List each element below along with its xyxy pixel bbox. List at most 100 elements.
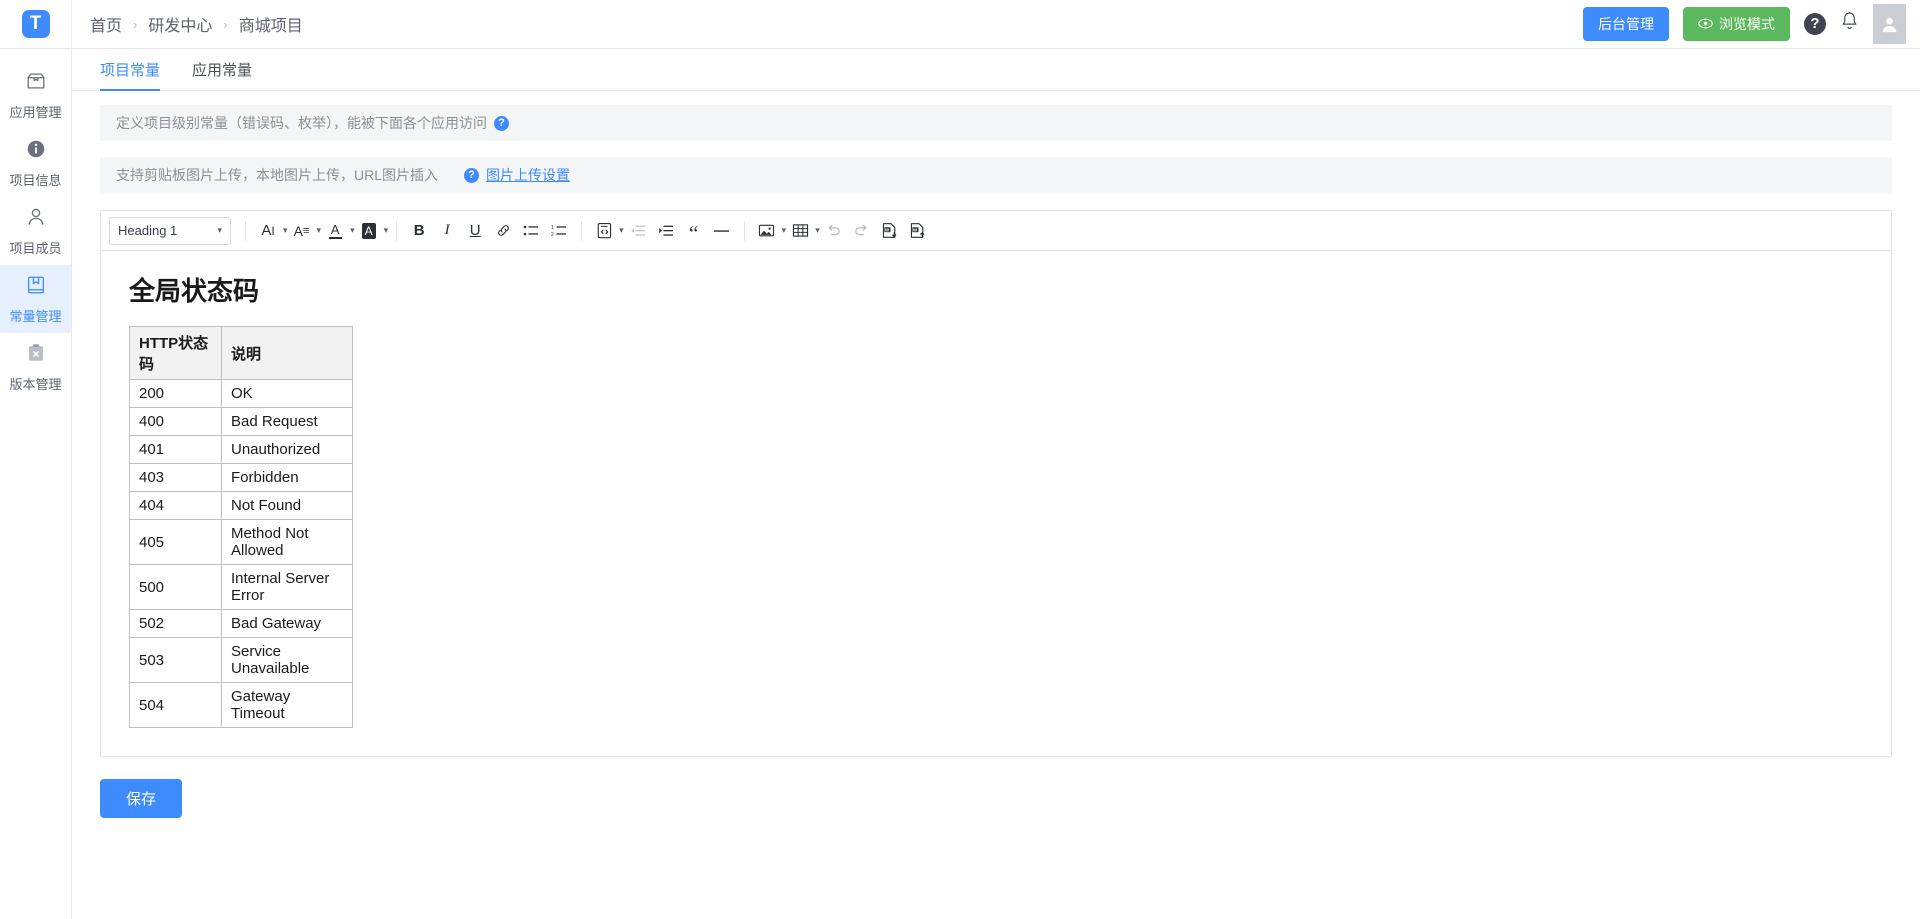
book-icon: [25, 274, 47, 301]
save-button[interactable]: 保存: [100, 779, 183, 818]
outdent-icon[interactable]: [624, 217, 652, 245]
cell-code: 403: [129, 463, 222, 492]
toolbar-divider: [581, 220, 583, 241]
link-icon[interactable]: [489, 217, 517, 245]
cell-desc: OK: [221, 379, 353, 408]
avatar[interactable]: [1873, 4, 1906, 44]
svg-text:1: 1: [551, 224, 554, 230]
tab-project-constants[interactable]: 项目常量: [100, 59, 161, 91]
sidebar-item-project-members[interactable]: 项目成员: [0, 197, 71, 265]
redo-icon[interactable]: [848, 217, 876, 245]
indent-icon[interactable]: [652, 217, 680, 245]
import-word-icon[interactable]: W: [876, 217, 904, 245]
help-icon[interactable]: ?: [494, 115, 509, 131]
column-header-desc: 说明: [221, 326, 353, 380]
eye-icon: [1698, 16, 1713, 32]
table-row[interactable]: 502 Bad Gateway: [129, 609, 353, 638]
help-icon[interactable]: ?: [464, 167, 480, 183]
sidebar-item-project-info[interactable]: 项目信息: [0, 129, 71, 197]
numbered-list-icon[interactable]: 1 2: [545, 217, 573, 245]
chevron-down-icon[interactable]: ▾: [283, 225, 288, 236]
table-row[interactable]: 403 Forbidden: [129, 463, 353, 492]
heading-style-value: Heading 1: [118, 223, 178, 238]
clipboard-x-icon: [25, 342, 47, 369]
document-heading: 全局状态码: [129, 276, 260, 306]
table-row[interactable]: 500 Internal Server Error: [129, 564, 353, 610]
table-row[interactable]: 401 Unauthorized: [129, 435, 353, 464]
preview-mode-button[interactable]: 浏览模式: [1683, 7, 1790, 41]
image-upload-notice: 支持剪贴板图片上传，本地图片上传，URL图片插入 ? 图片上传设置: [100, 157, 1892, 193]
background-color-icon[interactable]: A: [355, 217, 383, 245]
main-content: 项目常量 应用常量 定义项目级别常量（错误码、枚举），能被下面各个应用访问 ? …: [72, 49, 1920, 919]
cell-code: 503: [129, 637, 222, 683]
svg-text:2: 2: [551, 232, 554, 238]
action-bar: 保存: [72, 757, 1920, 818]
sidebar-item-label: 项目信息: [9, 172, 62, 188]
italic-icon[interactable]: I: [433, 217, 461, 245]
chevron-down-icon[interactable]: ▾: [619, 225, 624, 236]
text-color-icon[interactable]: A: [321, 217, 349, 245]
tab-bar: 项目常量 应用常量: [72, 49, 1920, 91]
cell-desc: Bad Request: [221, 407, 353, 436]
table-row[interactable]: 200 OK: [129, 379, 353, 408]
project-constant-notice: 定义项目级别常量（错误码、枚举），能被下面各个应用访问 ?: [100, 105, 1892, 141]
preview-mode-label: 浏览模式: [1719, 16, 1775, 32]
heading-style-select[interactable]: Heading 1 ▾: [109, 216, 231, 245]
chevron-down-icon[interactable]: ▾: [384, 225, 389, 236]
column-header-code: HTTP状态码: [129, 326, 222, 380]
notification-bell-icon[interactable]: [1840, 11, 1859, 37]
rich-text-editor: Heading 1 ▾ AI ▾ A ≡ ▾ A ▾ A ▾ B I U 1 2…: [100, 210, 1892, 757]
cell-desc: Gateway Timeout: [221, 682, 353, 728]
cell-desc: Bad Gateway: [221, 609, 353, 638]
table-row[interactable]: 405 Method Not Allowed: [129, 519, 353, 565]
chevron-down-icon: ▾: [217, 225, 222, 235]
bold-icon[interactable]: B: [405, 217, 433, 245]
top-bar: T 首页 › 研发中心 › 商城项目 后台管理 浏览模式 ?: [0, 0, 1920, 49]
table-row[interactable]: 503 Service Unavailable: [129, 637, 353, 683]
undo-icon[interactable]: [820, 217, 848, 245]
sidebar-item-label: 常量管理: [9, 308, 62, 324]
left-sidebar: 应用管理 项目信息 项目成员 常量管理 版本管理: [0, 49, 72, 919]
breadcrumb-separator-icon: ›: [133, 16, 138, 32]
admin-console-button[interactable]: 后台管理: [1583, 7, 1669, 41]
sidebar-item-app-management[interactable]: 应用管理: [0, 61, 71, 129]
cell-code: 405: [129, 519, 222, 565]
bullet-list-icon[interactable]: [517, 217, 545, 245]
table-row[interactable]: 504 Gateway Timeout: [129, 682, 353, 728]
line-height-icon[interactable]: A ≡: [288, 217, 316, 245]
cell-desc: Forbidden: [221, 463, 353, 492]
cell-desc: Internal Server Error: [221, 564, 353, 610]
cell-code: 500: [129, 564, 222, 610]
breadcrumb-item-rd-center[interactable]: 研发中心: [148, 12, 212, 36]
breadcrumb-item-home[interactable]: 首页: [90, 12, 122, 36]
editor-document-body[interactable]: 全局状态码 HTTP状态码 说明 200 OK 400 Bad Request 40…: [101, 251, 1891, 756]
sidebar-item-constant-management[interactable]: 常量管理: [0, 265, 71, 333]
table-body: 200 OK 400 Bad Request 401 Unauthorized 403…: [129, 379, 353, 728]
top-bar-actions: 后台管理 浏览模式 ?: [1583, 0, 1920, 48]
tab-app-constants[interactable]: 应用常量: [192, 59, 252, 90]
sidebar-item-version-management[interactable]: 版本管理: [0, 333, 71, 401]
cell-code: 200: [129, 379, 222, 408]
chevron-down-icon[interactable]: ▾: [350, 225, 355, 236]
table-row[interactable]: 404 Not Found: [129, 491, 353, 520]
cell-desc: Service Unavailable: [221, 637, 353, 683]
insert-image-icon[interactable]: [753, 217, 781, 245]
table-row[interactable]: 400 Bad Request: [129, 407, 353, 436]
insert-table-icon[interactable]: [786, 217, 814, 245]
font-size-icon[interactable]: AI: [254, 217, 282, 245]
horizontal-rule-icon[interactable]: [708, 217, 736, 245]
help-icon[interactable]: ?: [1804, 13, 1826, 35]
cell-code: 401: [129, 435, 222, 464]
image-upload-settings-link[interactable]: 图片上传设置: [486, 165, 570, 185]
box-icon: [25, 70, 47, 97]
toolbar-divider: [396, 220, 398, 241]
breadcrumb-item-project[interactable]: 商城项目: [239, 12, 303, 36]
blockquote-icon[interactable]: “: [680, 217, 708, 245]
cell-code: 400: [129, 407, 222, 436]
code-block-icon[interactable]: [590, 217, 618, 245]
app-logo[interactable]: T: [0, 0, 72, 48]
sidebar-item-label: 项目成员: [9, 240, 62, 256]
underline-icon[interactable]: U: [461, 217, 489, 245]
notice-text: 定义项目级别常量（错误码、枚举），能被下面各个应用访问: [116, 115, 487, 131]
export-word-icon[interactable]: W: [904, 217, 932, 245]
